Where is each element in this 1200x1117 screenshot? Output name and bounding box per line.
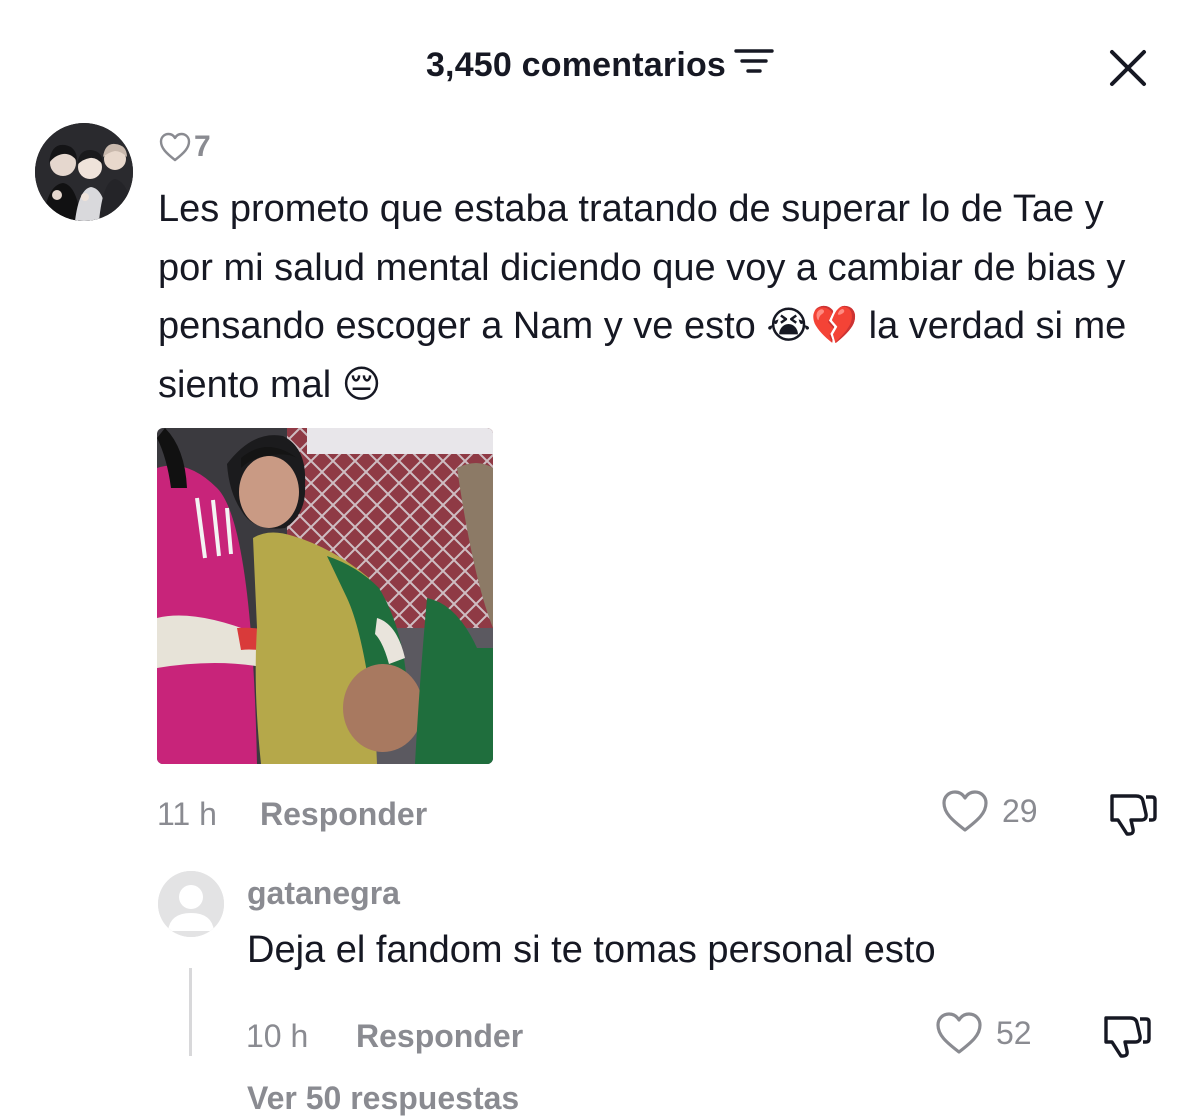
comments-header: 3,450 comentarios	[0, 40, 1200, 96]
reply-text: Deja el fandom si te tomas personal esto	[247, 929, 936, 971]
thumbs-down-icon	[1104, 1016, 1151, 1058]
pinned-like-count-value: 7	[194, 130, 211, 163]
reply-dislike-button[interactable]	[1100, 1010, 1152, 1068]
heart-outline-icon	[159, 132, 191, 162]
like-count: 29	[1002, 792, 1038, 829]
reply-avatar[interactable]	[158, 871, 224, 937]
reply-username[interactable]: gatanegra	[247, 875, 400, 912]
like-button[interactable]: 29	[940, 788, 1038, 834]
dislike-button[interactable]	[1106, 788, 1158, 846]
comment-actions: 11 h Responder 29	[0, 788, 1200, 838]
heart-outline-icon	[936, 1012, 982, 1054]
heart-outline-icon	[942, 790, 988, 832]
comment-attached-image[interactable]	[157, 428, 493, 764]
view-more-replies[interactable]: Ver 50 respuestas	[247, 1080, 519, 1117]
comment-text: Les prometo que estaba tratando de super…	[158, 188, 1127, 406]
reply-like-button[interactable]: 52	[934, 1010, 1032, 1056]
thumbs-down-icon	[1110, 794, 1157, 836]
comment-time: 11 h	[157, 796, 217, 832]
commenter-avatar[interactable]	[35, 123, 133, 221]
filter-icon[interactable]	[734, 46, 774, 85]
comments-count-label: 3,450 comentarios	[425, 46, 727, 84]
reply-like-count: 52	[996, 1014, 1032, 1051]
reply-actions: 10 h Responder 52	[0, 1010, 1200, 1060]
default-avatar-icon	[158, 871, 224, 937]
comments-count-title[interactable]: 3,450 comentarios	[0, 46, 1200, 85]
reply-time: 10 h	[246, 1018, 309, 1054]
pinned-like-count[interactable]: 7	[158, 128, 211, 166]
reply-button[interactable]: Responder	[260, 796, 427, 833]
close-button[interactable]	[1108, 48, 1148, 88]
close-icon	[1110, 50, 1146, 86]
reply-reply-button[interactable]: Responder	[356, 1018, 523, 1055]
